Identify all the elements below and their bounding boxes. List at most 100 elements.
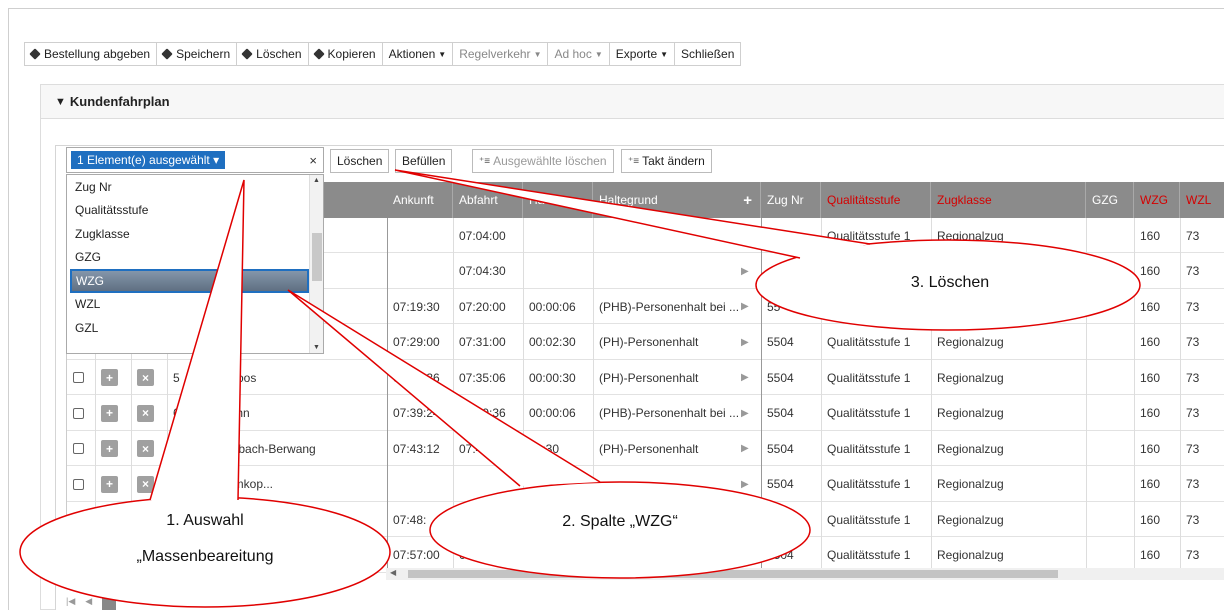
- expand-icon[interactable]: ▶: [741, 230, 749, 241]
- expand-icon[interactable]: ▶: [741, 372, 749, 383]
- row-add-cell[interactable]: +: [95, 431, 131, 466]
- row-delete-cell[interactable]: ×: [131, 360, 167, 395]
- row-station: Almkop...: [223, 477, 274, 491]
- row-checkbox-cell[interactable]: [67, 431, 95, 466]
- row-add-cell[interactable]: +: [95, 467, 131, 502]
- row-add-cell[interactable]: +: [95, 396, 131, 431]
- expand-icon[interactable]: ▶: [741, 301, 749, 312]
- row-checkbox[interactable]: [73, 407, 84, 419]
- col-wzl[interactable]: WZL: [1180, 182, 1224, 218]
- row-add-cell[interactable]: +: [95, 360, 131, 395]
- row-checkbox-cell[interactable]: [67, 467, 95, 502]
- panel-header[interactable]: ▼ Kundenfahrplan: [41, 85, 1224, 119]
- row-delete-cell[interactable]: ×: [131, 396, 167, 431]
- plus-icon[interactable]: +: [101, 404, 118, 422]
- col-gzg[interactable]: GZG: [1086, 182, 1134, 218]
- row-checkbox-cell[interactable]: [67, 360, 95, 395]
- scroll-down-icon[interactable]: ▼: [313, 344, 320, 351]
- row-checkbox[interactable]: [73, 478, 84, 490]
- callout-1-line2: „Massenbeareitung: [136, 548, 274, 565]
- add-column-icon[interactable]: +: [743, 192, 752, 209]
- befuellen-button[interactable]: Befüllen: [395, 149, 453, 173]
- expand-icon[interactable]: ▶: [741, 408, 749, 419]
- expand-icon[interactable]: ▶: [741, 443, 749, 454]
- col-wzg[interactable]: WZG: [1134, 182, 1180, 218]
- cell-zug: 5504: [767, 228, 794, 243]
- row-checkbox-cell[interactable]: [67, 538, 95, 573]
- row-station: Lähn: [223, 406, 250, 420]
- expand-icon[interactable]: ▶: [741, 266, 749, 277]
- chevron-down-icon[interactable]: ▼: [55, 96, 66, 108]
- dropdown-option[interactable]: WZL: [67, 293, 323, 317]
- dropdown-option[interactable]: Zugklasse: [67, 222, 323, 246]
- dropdown-option[interactable]: GZG: [67, 246, 323, 270]
- adhoc-menu[interactable]: Ad hoc ▼: [548, 43, 610, 65]
- cell-wzl: 73: [1186, 406, 1200, 420]
- ausgewaehlte-loeschen-button[interactable]: ⁺≡ Ausgewählte löschen: [472, 149, 614, 173]
- table-row[interactable]: + × 5 rmoos 07:34:36 07:35:06 00:00:30 (PH)-Per…: [67, 360, 1224, 395]
- row-checkbox[interactable]: [73, 443, 84, 454]
- delete-icon[interactable]: ×: [137, 369, 154, 386]
- loeschen-button[interactable]: Löschen: [237, 43, 309, 65]
- bestellung-button[interactable]: Bestellung abgeben: [25, 43, 158, 65]
- col-halt[interactable]: Ha: [523, 182, 593, 218]
- cell-wzl: 73: [1186, 441, 1200, 456]
- col-qualitaetsstufe[interactable]: Qualitätsstufe: [821, 182, 931, 218]
- expand-icon[interactable]: ▶: [741, 550, 749, 561]
- table-row[interactable]: + × Almkop... 5504 Qualitätsstufe 1 Regionalz…: [67, 467, 1224, 502]
- regelverkehr-menu[interactable]: Regelverkehr ▼: [453, 43, 549, 65]
- dropdown-scrollbar[interactable]: ▲ ▼: [309, 175, 323, 353]
- column-select[interactable]: 1 Element(e) ausgewählt ▾ ×: [66, 147, 324, 173]
- takt-aendern-button[interactable]: ⁺≡ Takt ändern: [621, 149, 712, 173]
- dropdown-option[interactable]: Zug Nr: [67, 175, 323, 199]
- col-zugklasse[interactable]: Zugklasse: [931, 182, 1086, 218]
- cell-abfahrt: [453, 467, 523, 502]
- col-ankunft[interactable]: Ankunft: [387, 182, 453, 218]
- table-row[interactable]: + × 6 Lähn 07:39:24 07:39:36 00:00:06 (PHB)-Per…: [67, 396, 1224, 431]
- prev-page-icon[interactable]: ◀: [85, 596, 92, 610]
- delete-icon[interactable]: ×: [137, 475, 154, 493]
- selection-tag[interactable]: 1 Element(e) ausgewählt ▾: [71, 151, 226, 169]
- schliessen-button[interactable]: Schließen: [675, 43, 742, 65]
- aktionen-menu[interactable]: Aktionen ▼: [383, 43, 454, 65]
- delete-icon[interactable]: ×: [137, 440, 154, 457]
- cell-grund: [593, 467, 761, 502]
- row-checkbox-cell[interactable]: [67, 396, 95, 431]
- cell-wzl: 73: [1186, 264, 1200, 278]
- dropdown-option[interactable]: WZG: [70, 269, 309, 293]
- dropdown-option[interactable]: Qualitätsstufe: [67, 199, 323, 223]
- table-row[interactable]: + × 7 chlbach-Berwang 07:43:12 07:4 00:30 (PH)-…: [67, 431, 1224, 466]
- expand-icon[interactable]: ▶: [741, 514, 749, 525]
- kopieren-button[interactable]: Kopieren: [309, 43, 383, 65]
- scroll-thumb[interactable]: [408, 570, 1058, 578]
- row-delete-cell[interactable]: ×: [131, 431, 167, 466]
- horizontal-scrollbar[interactable]: ◀: [386, 568, 1224, 580]
- dropdown-scroll-thumb[interactable]: [312, 233, 322, 281]
- scroll-left-icon[interactable]: ◀: [390, 568, 396, 577]
- row-checkbox[interactable]: [73, 549, 84, 561]
- plus-icon[interactable]: +: [101, 440, 118, 457]
- clear-icon[interactable]: ×: [309, 153, 317, 168]
- dropdown-option[interactable]: GZL: [67, 316, 323, 340]
- row-delete-cell[interactable]: ×: [131, 467, 167, 502]
- expand-icon[interactable]: ▶: [741, 337, 749, 348]
- expand-icon[interactable]: ▶: [741, 479, 749, 490]
- delete-icon[interactable]: ×: [137, 404, 154, 422]
- plus-icon[interactable]: +: [101, 475, 118, 493]
- current-page[interactable]: [102, 596, 117, 610]
- col-abfahrt[interactable]: Abfahrt: [453, 182, 523, 218]
- col-haltegrund[interactable]: Haltegrund +: [593, 182, 761, 218]
- scroll-up-icon[interactable]: ▲: [313, 177, 320, 184]
- exporte-menu[interactable]: Exporte ▼: [610, 43, 676, 65]
- row-checkbox[interactable]: [73, 514, 84, 525]
- cell-k: Regionalzug: [937, 512, 1004, 527]
- bulk-loeschen-button[interactable]: Löschen: [330, 149, 390, 173]
- cell-ankunft: [387, 467, 453, 502]
- cell-zug: 5504: [767, 370, 794, 385]
- row-checkbox-cell[interactable]: [67, 502, 95, 537]
- row-checkbox[interactable]: [73, 372, 84, 383]
- plus-icon[interactable]: +: [101, 369, 118, 386]
- first-page-icon[interactable]: |◀: [66, 596, 75, 610]
- speichern-button[interactable]: Speichern: [157, 43, 238, 65]
- col-zugnr[interactable]: Zug Nr: [761, 182, 821, 218]
